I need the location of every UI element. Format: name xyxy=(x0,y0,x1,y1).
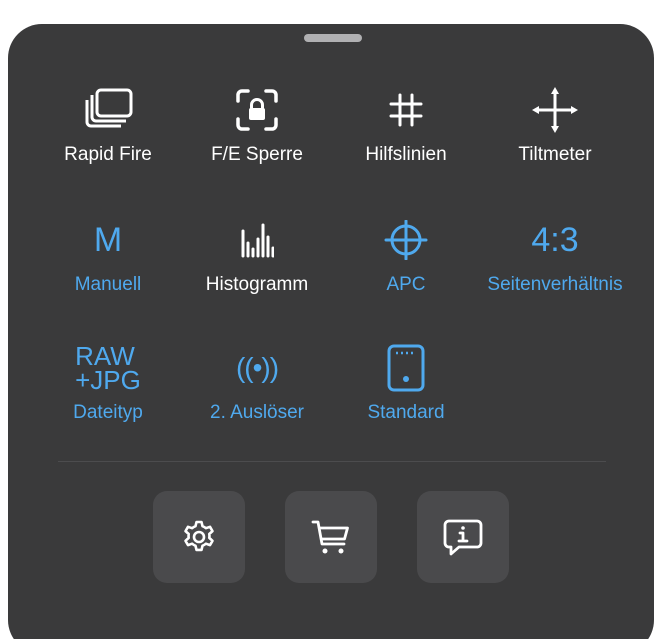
tile-label: APC xyxy=(386,274,426,295)
tile-fe-lock[interactable]: F/E Sperre xyxy=(183,80,331,200)
info-button[interactable] xyxy=(417,491,509,583)
tile-rapid-fire[interactable]: Rapid Fire xyxy=(34,80,182,200)
grid-icon xyxy=(332,80,480,140)
tile-second-shutter[interactable]: ((•)) 2. Auslöser xyxy=(183,338,331,458)
manual-mode-icon: M xyxy=(93,221,123,259)
tile-label: Manuell xyxy=(74,274,142,295)
cart-icon xyxy=(311,518,351,556)
tile-file-type[interactable]: RAW +JPG Dateityp xyxy=(34,338,182,458)
raw-jpg-icon: RAW +JPG xyxy=(75,341,141,395)
tile-tiltmeter[interactable]: Tiltmeter xyxy=(481,80,629,200)
tile-label: Histogramm xyxy=(205,274,309,295)
tile-aspect-ratio[interactable]: 4:3 Seitenverhältnis xyxy=(481,210,629,330)
tile-label: Standard xyxy=(367,402,445,423)
apc-target-icon xyxy=(332,210,480,270)
broadcast-icon: ((•)) xyxy=(235,352,279,383)
shop-button[interactable] xyxy=(285,491,377,583)
info-bubble-icon xyxy=(443,518,483,556)
divider xyxy=(58,461,606,462)
settings-button[interactable] xyxy=(153,491,245,583)
aspect-ratio-icon: 4:3 xyxy=(531,221,579,259)
tile-label: Rapid Fire xyxy=(64,144,152,165)
sheet-grabber[interactable] xyxy=(304,34,362,42)
tile-label: 2. Auslöser xyxy=(210,402,304,423)
tile-grid-lines[interactable]: Hilfslinien xyxy=(332,80,480,200)
tile-label: Dateityp xyxy=(73,402,143,423)
tile-label: Tiltmeter xyxy=(518,144,592,165)
tile-label: Hilfslinien xyxy=(365,144,447,165)
phone-frame-icon xyxy=(332,338,480,398)
tile-label: F/E Sperre xyxy=(211,144,303,165)
tile-apc[interactable]: APC xyxy=(332,210,480,330)
settings-sheet: Rapid Fire F/E Sperre Hilfslinien Tiltme… xyxy=(8,24,654,639)
focus-lock-icon xyxy=(183,80,331,140)
tile-manual[interactable]: M Manuell xyxy=(34,210,182,330)
histogram-icon xyxy=(183,210,331,270)
tile-histogram[interactable]: Histogramm xyxy=(183,210,331,330)
crosshair-arrows-icon xyxy=(481,80,629,140)
gear-icon xyxy=(181,519,217,555)
tile-label: Seitenverhältnis xyxy=(487,274,623,295)
tile-standard[interactable]: Standard xyxy=(332,338,480,458)
stacked-photos-icon xyxy=(34,80,182,140)
